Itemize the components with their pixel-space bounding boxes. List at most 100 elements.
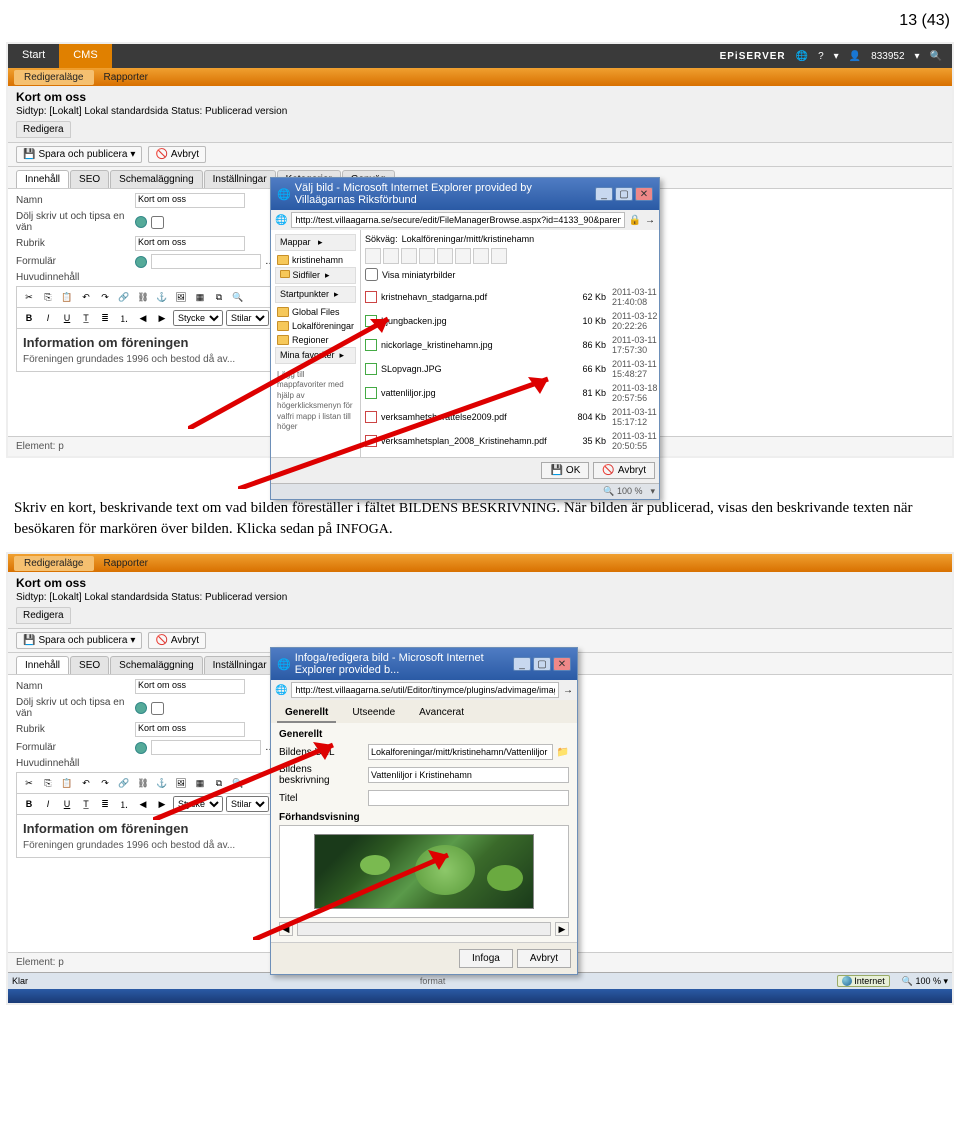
- subbar-reports[interactable]: Rapporter: [94, 556, 158, 571]
- help-icon[interactable]: [135, 702, 147, 714]
- tab-redigera[interactable]: Redigera: [16, 607, 71, 624]
- tree-fav[interactable]: Mina favoriter ▸: [275, 347, 356, 364]
- indent-icon[interactable]: ▶: [154, 310, 170, 326]
- outdent-icon[interactable]: ◀: [135, 310, 151, 326]
- scroll-right-icon[interactable]: ▶: [555, 922, 569, 936]
- form-input[interactable]: [151, 740, 261, 755]
- image-icon[interactable]: 🖼: [173, 775, 189, 791]
- undo-icon[interactable]: ↶: [78, 775, 94, 791]
- image-url-input[interactable]: [368, 744, 553, 760]
- font-icon[interactable]: T̲: [78, 796, 94, 812]
- tool-icon[interactable]: [473, 248, 489, 264]
- size-select[interactable]: Stilar: [226, 310, 269, 326]
- link-icon[interactable]: 🔗: [116, 775, 132, 791]
- cut-icon[interactable]: ✂: [21, 775, 37, 791]
- file-row[interactable]: Ljungbacken.jpg10 Kb2011-03-1220:22:26: [365, 309, 676, 333]
- tab-seo[interactable]: SEO: [70, 170, 109, 188]
- hide-checkbox[interactable]: [151, 216, 164, 229]
- close-icon[interactable]: ✕: [553, 657, 571, 671]
- ok-button[interactable]: 💾 OK: [541, 462, 589, 479]
- go-icon[interactable]: →: [645, 215, 655, 226]
- tree-global[interactable]: Global Files: [275, 305, 356, 319]
- cancel-button[interactable]: 🚫 Avbryt: [593, 462, 655, 479]
- copy-icon[interactable]: ⎘: [40, 289, 56, 305]
- maximize-icon[interactable]: ▢: [615, 187, 633, 201]
- name-input[interactable]: Kort om oss: [135, 679, 245, 694]
- topbar-start[interactable]: Start: [8, 44, 59, 68]
- tab-innehall[interactable]: Innehåll: [16, 170, 69, 188]
- image-icon[interactable]: 🖼: [173, 289, 189, 305]
- file-row[interactable]: vattenliljor.jpg81 Kb2011-03-1820:57:56: [365, 381, 676, 405]
- tree-sidfiler[interactable]: Sidfiler ▸: [275, 267, 356, 284]
- size-select[interactable]: Stilar: [226, 796, 269, 812]
- outdent-icon[interactable]: ◀: [135, 796, 151, 812]
- name-input[interactable]: Kort om oss: [135, 193, 245, 208]
- redo-icon[interactable]: ↷: [97, 289, 113, 305]
- source-icon[interactable]: ⧉: [211, 289, 227, 305]
- tab-settings[interactable]: Inställningar: [204, 170, 276, 188]
- hide-checkbox[interactable]: [151, 702, 164, 715]
- numlist-icon[interactable]: ⒈: [116, 310, 132, 326]
- tool-icon[interactable]: [437, 248, 453, 264]
- search-icon[interactable]: 🔍: [930, 51, 942, 62]
- find-icon[interactable]: 🔍: [230, 289, 246, 305]
- tree-root[interactable]: kristinehamn: [275, 253, 356, 267]
- tab-seo[interactable]: SEO: [70, 656, 109, 674]
- subbar-edit[interactable]: Redigeraläge: [14, 556, 94, 571]
- file-row[interactable]: kristnehavn_stadgarna.pdf62 Kb2011-03-11…: [365, 285, 676, 309]
- tool-icon[interactable]: [383, 248, 399, 264]
- help-icon[interactable]: ?: [818, 51, 824, 62]
- cancel-button[interactable]: 🚫 Avbryt: [148, 146, 206, 163]
- cut-icon[interactable]: ✂: [21, 289, 37, 305]
- help-icon[interactable]: [135, 742, 147, 754]
- globe-icon[interactable]: 🌐: [796, 51, 808, 62]
- paste-icon[interactable]: 📋: [59, 775, 75, 791]
- underline-icon[interactable]: U: [59, 796, 75, 812]
- tab-redigera[interactable]: Redigera: [16, 121, 71, 138]
- link-icon[interactable]: 🔗: [116, 289, 132, 305]
- unlink-icon[interactable]: ⛓: [135, 289, 151, 305]
- insert-button[interactable]: Infoga: [459, 949, 513, 968]
- thumb-checkbox[interactable]: [365, 268, 378, 281]
- bold-icon[interactable]: B: [21, 310, 37, 326]
- indent-icon[interactable]: ▶: [154, 796, 170, 812]
- italic-icon[interactable]: I: [40, 310, 56, 326]
- help-icon[interactable]: [135, 216, 147, 228]
- table-icon[interactable]: ▦: [192, 289, 208, 305]
- source-icon[interactable]: ⧉: [211, 775, 227, 791]
- user-label[interactable]: 833952: [871, 51, 904, 62]
- anchor-icon[interactable]: ⚓: [154, 775, 170, 791]
- file-row[interactable]: verksamhetsberattelse2009.pdf804 Kb2011-…: [365, 405, 676, 429]
- scrollbar[interactable]: [297, 922, 551, 936]
- table-icon[interactable]: ▦: [192, 775, 208, 791]
- file-row[interactable]: SLopvagn.JPG66 Kb2011-03-1115:48:27: [365, 357, 676, 381]
- list-icon[interactable]: ≣: [97, 796, 113, 812]
- underline-icon[interactable]: U: [59, 310, 75, 326]
- save-button[interactable]: 💾 Spara och publicera ▾: [16, 146, 142, 163]
- undo-icon[interactable]: ↶: [78, 289, 94, 305]
- style-select[interactable]: Stycke: [173, 310, 223, 326]
- file-row[interactable]: verksamhetsplan_2008_Kristinehamn.pdf35 …: [365, 429, 676, 453]
- form-input[interactable]: [151, 254, 261, 269]
- url-input[interactable]: [291, 682, 559, 698]
- rubrik-input[interactable]: Kort om oss: [135, 236, 245, 251]
- tab-appearance[interactable]: Utseende: [344, 704, 403, 723]
- tool-icon[interactable]: [455, 248, 471, 264]
- unlink-icon[interactable]: ⛓: [135, 775, 151, 791]
- rubrik-input[interactable]: Kort om oss: [135, 722, 245, 737]
- minimize-icon[interactable]: _: [595, 187, 613, 201]
- maximize-icon[interactable]: ▢: [533, 657, 551, 671]
- cancel-button[interactable]: Avbryt: [517, 949, 571, 968]
- tree-start[interactable]: Startpunkter ▸: [275, 286, 356, 303]
- rte-content[interactable]: Information om föreningen Föreningen gru…: [16, 329, 276, 372]
- subbar-reports[interactable]: Rapporter: [94, 70, 158, 85]
- image-desc-input[interactable]: [368, 767, 569, 783]
- style-select[interactable]: Stycke: [173, 796, 223, 812]
- image-title-input[interactable]: [368, 790, 569, 806]
- rte-content[interactable]: Information om föreningen Föreningen gru…: [16, 815, 276, 858]
- redo-icon[interactable]: ↷: [97, 775, 113, 791]
- tree-region[interactable]: Regioner: [275, 333, 356, 347]
- italic-icon[interactable]: I: [40, 796, 56, 812]
- help-icon[interactable]: [135, 256, 147, 268]
- tab-innehall[interactable]: Innehåll: [16, 656, 69, 674]
